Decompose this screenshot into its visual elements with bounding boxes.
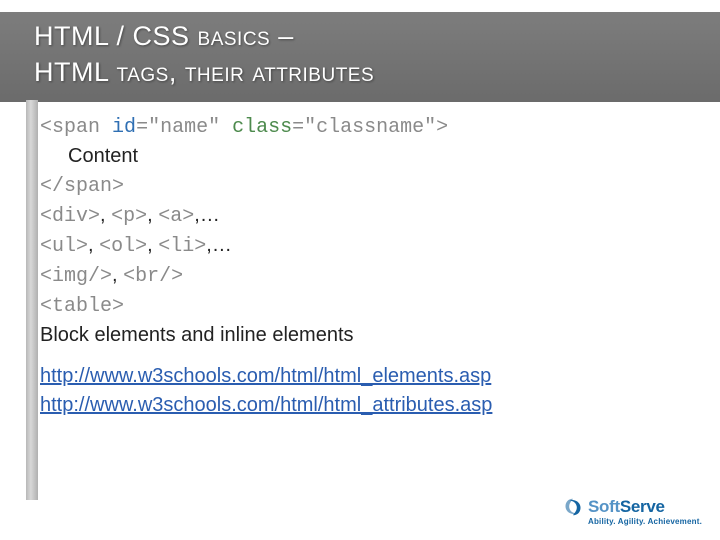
tag-ul: <ul> bbox=[40, 235, 88, 258]
link-html-elements[interactable]: http://www.w3schools.com/html/html_eleme… bbox=[40, 365, 491, 387]
link-line-elements: http://www.w3schools.com/html/html_eleme… bbox=[40, 362, 700, 391]
tag-img: <img/> bbox=[40, 265, 112, 288]
attr-class: class bbox=[232, 116, 292, 139]
comma-3: , bbox=[88, 234, 99, 256]
logo-tagline: Ability. Agility. Achievement. bbox=[588, 517, 702, 526]
code-line-ul-ol-li: <ul>, <ol>, <li>,… bbox=[40, 231, 700, 261]
code-line-img-br: <img/>, <br/> bbox=[40, 261, 700, 291]
tag-ol: <ol> bbox=[99, 235, 147, 258]
angle-close: > bbox=[436, 116, 448, 139]
code-line-table: <table> bbox=[40, 291, 700, 321]
comma-5: , bbox=[112, 264, 123, 286]
code-line-span-open: <span id="name" class="classname"> bbox=[40, 112, 700, 142]
tag-span-close: </span> bbox=[40, 175, 124, 198]
code-line-content: Content bbox=[40, 142, 700, 171]
val-id: "name" bbox=[148, 116, 220, 139]
footer-logo: SoftServe Ability. Agility. Achievement. bbox=[562, 496, 702, 526]
tag-p: <p> bbox=[111, 205, 147, 228]
comma-1: , bbox=[100, 204, 111, 226]
slide: HTML / CSS basics – HTML tags, their att… bbox=[0, 0, 720, 540]
title-line-2: HTML tags, their attributes bbox=[34, 57, 374, 87]
tag-br: <br/> bbox=[123, 265, 183, 288]
link-html-attributes[interactable]: http://www.w3schools.com/html/html_attri… bbox=[40, 394, 492, 416]
comma-2: , bbox=[147, 204, 158, 226]
attr-id: id bbox=[112, 116, 136, 139]
tag-div: <div> bbox=[40, 205, 100, 228]
text-block-inline: Block elements and inline elements bbox=[40, 321, 700, 350]
tag-table: <table> bbox=[40, 295, 124, 318]
val-class: "classname" bbox=[304, 116, 436, 139]
eq-1: = bbox=[136, 116, 148, 139]
slide-content: <span id="name" class="classname"> Conte… bbox=[40, 112, 700, 420]
space bbox=[100, 116, 112, 139]
logo-swirl-icon bbox=[562, 496, 584, 518]
link-line-attributes: http://www.w3schools.com/html/html_attri… bbox=[40, 391, 700, 420]
code-line-span-close: </span> bbox=[40, 171, 700, 201]
spacer bbox=[40, 350, 700, 362]
logo-row: SoftServe bbox=[562, 496, 702, 518]
tag-a: <a> bbox=[158, 205, 194, 228]
ellipsis-1: ,… bbox=[194, 204, 220, 226]
logo-serve: Serve bbox=[620, 497, 665, 516]
space-2 bbox=[220, 116, 232, 139]
tag-span: span bbox=[52, 116, 100, 139]
content-word: Content bbox=[40, 142, 138, 171]
comma-4: , bbox=[147, 234, 158, 256]
logo-text: SoftServe bbox=[588, 497, 665, 517]
title-band: HTML / CSS basics – HTML tags, their att… bbox=[0, 12, 720, 102]
angle-open: < bbox=[40, 116, 52, 139]
eq-2: = bbox=[292, 116, 304, 139]
logo-soft: Soft bbox=[588, 497, 620, 516]
title-line-1: HTML / CSS basics – bbox=[34, 21, 294, 51]
ellipsis-2: ,… bbox=[206, 234, 232, 256]
left-accent-bar bbox=[26, 100, 38, 500]
tag-li: <li> bbox=[158, 235, 206, 258]
slide-title: HTML / CSS basics – HTML tags, their att… bbox=[34, 18, 374, 91]
code-line-div-p-a: <div>, <p>, <a>,… bbox=[40, 201, 700, 231]
